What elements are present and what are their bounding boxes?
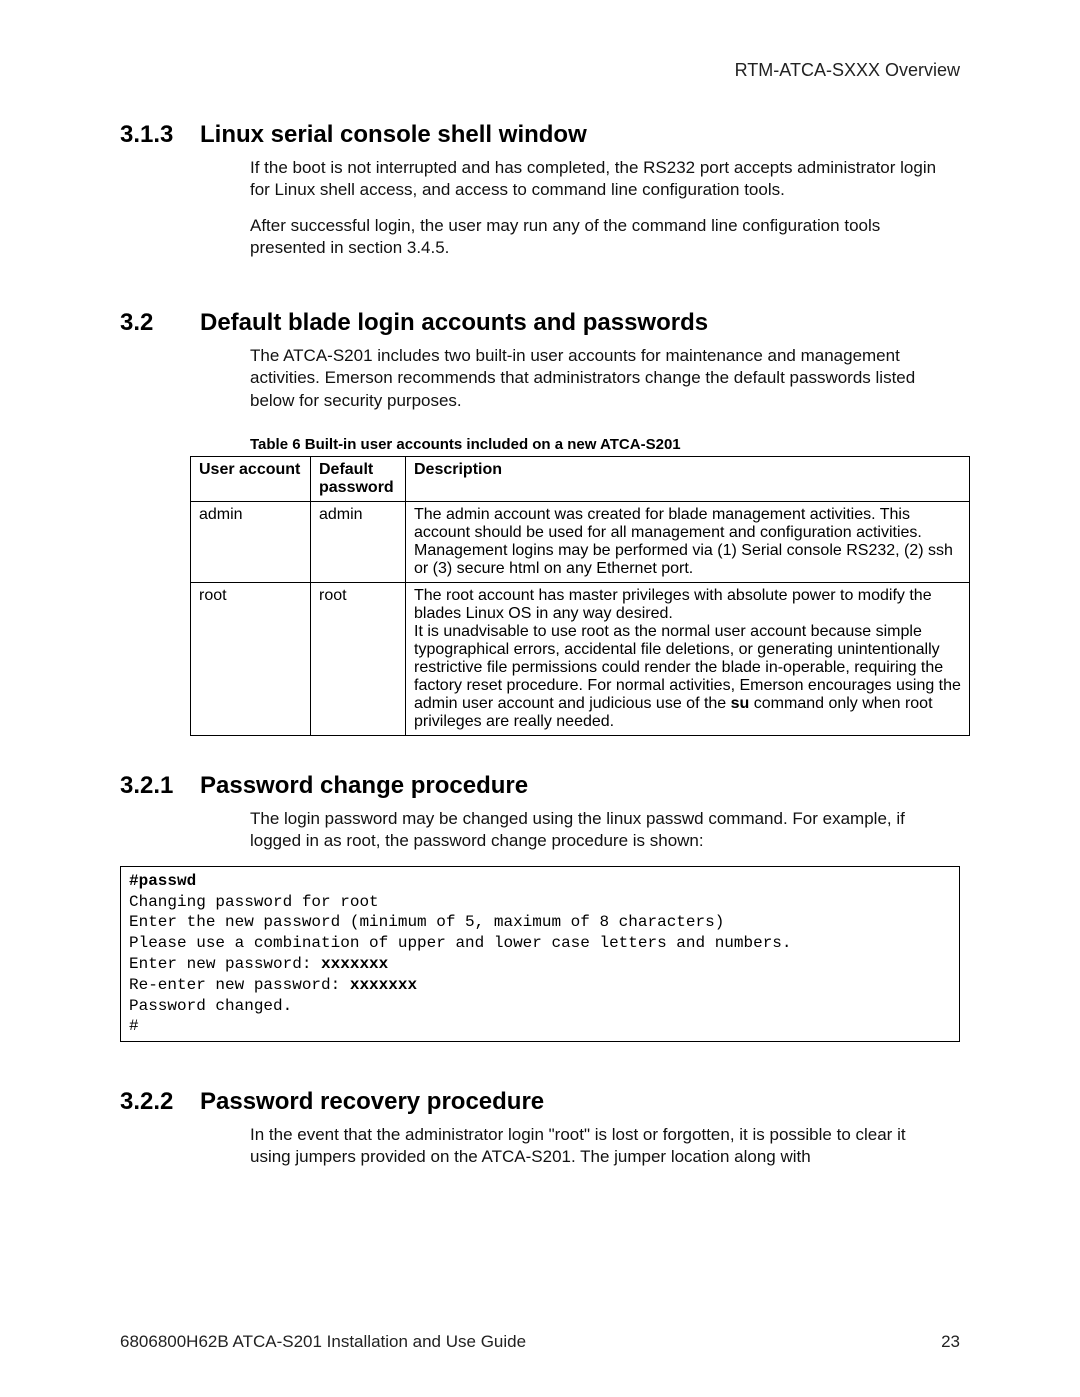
heading-3-2-1: 3.2.1 Password change procedure: [120, 772, 960, 800]
cell-account: admin: [191, 501, 311, 582]
col-header-account: User account: [191, 456, 311, 501]
paragraph: In the event that the administrator logi…: [250, 1124, 950, 1168]
table-header-row: User account Default password Descriptio…: [191, 456, 970, 501]
cell-description: The root account has master privileges w…: [406, 582, 970, 735]
section-title: Password change procedure: [200, 772, 528, 800]
table-row: root root The root account has master pr…: [191, 582, 970, 735]
code-line: Re-enter new password:: [129, 976, 350, 994]
heading-3-1-3: 3.1.3 Linux serial console shell window: [120, 121, 960, 149]
section-title: Linux serial console shell window: [200, 121, 587, 149]
accounts-table: User account Default password Descriptio…: [190, 456, 970, 736]
section-title: Default blade login accounts and passwor…: [200, 309, 708, 337]
footer-doc-title: 6806800H62B ATCA-S201 Installation and U…: [120, 1332, 526, 1352]
table-row: admin admin The admin account was create…: [191, 501, 970, 582]
desc-su-command: su: [731, 695, 750, 712]
desc-pre: The root account has master privileges w…: [414, 587, 961, 712]
cell-password: admin: [311, 501, 406, 582]
code-line: #: [129, 1017, 139, 1035]
section-number: 3.2: [120, 309, 200, 337]
section-number: 3.2.1: [120, 772, 200, 800]
col-header-password: Default password: [311, 456, 406, 501]
table-caption: Table 6 Built-in user accounts included …: [250, 436, 960, 453]
code-line: Password changed.: [129, 997, 292, 1015]
code-password-mask: xxxxxxx: [321, 955, 388, 973]
footer-page-number: 23: [941, 1332, 960, 1352]
page-footer: 6806800H62B ATCA-S201 Installation and U…: [120, 1332, 960, 1352]
passwd-code-block: #passwd Changing password for root Enter…: [120, 866, 960, 1042]
code-line: Changing password for root: [129, 893, 379, 911]
section-number: 3.2.2: [120, 1088, 200, 1116]
heading-3-2: 3.2 Default blade login accounts and pas…: [120, 309, 960, 337]
paragraph: If the boot is not interrupted and has c…: [250, 157, 950, 201]
paragraph: The login password may be changed using …: [250, 808, 950, 852]
code-line: Please use a combination of upper and lo…: [129, 934, 792, 952]
section-number: 3.1.3: [120, 121, 200, 149]
code-line: Enter the new password (minimum of 5, ma…: [129, 913, 724, 931]
cell-password: root: [311, 582, 406, 735]
cell-account: root: [191, 582, 311, 735]
code-line-passwd: #passwd: [129, 872, 196, 890]
code-line: Enter new password:: [129, 955, 321, 973]
paragraph: The ATCA-S201 includes two built-in user…: [250, 345, 950, 411]
heading-3-2-2: 3.2.2 Password recovery procedure: [120, 1088, 960, 1116]
code-password-mask: xxxxxxx: [350, 976, 417, 994]
col-header-description: Description: [406, 456, 970, 501]
cell-description: The admin account was created for blade …: [406, 501, 970, 582]
paragraph: After successful login, the user may run…: [250, 215, 950, 259]
page-header: RTM-ATCA-SXXX Overview: [120, 60, 960, 81]
section-title: Password recovery procedure: [200, 1088, 544, 1116]
